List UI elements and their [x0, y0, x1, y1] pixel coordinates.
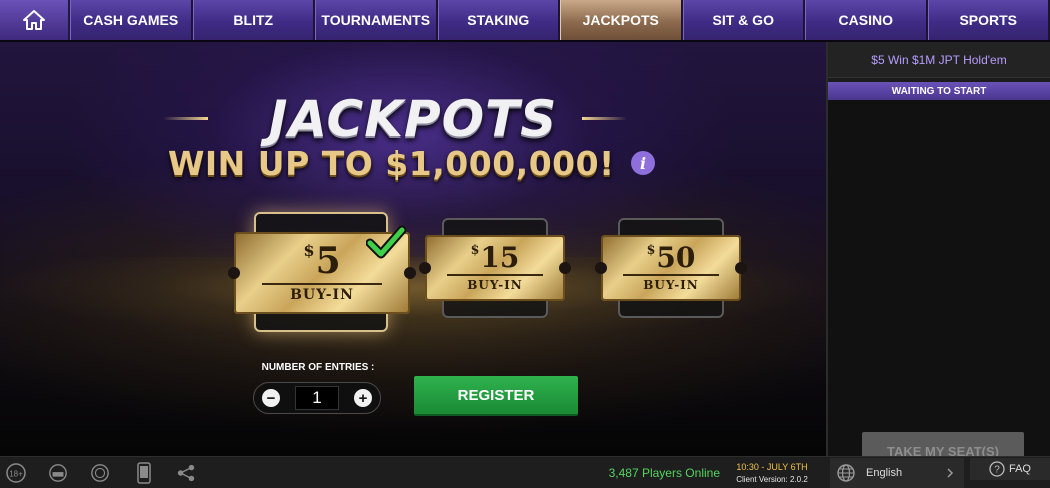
- decrement-button[interactable]: −: [262, 389, 280, 407]
- tab-blitz[interactable]: BLITZ: [192, 0, 315, 40]
- register-button[interactable]: REGISTER: [414, 376, 578, 416]
- tab-staking[interactable]: STAKING: [437, 0, 560, 40]
- itech-labs-icon[interactable]: [48, 463, 68, 483]
- top-nav: CASH GAMES BLITZ TOURNAMENTS STAKING JAC…: [0, 0, 1050, 42]
- jackpots-subtitle: WIN UP TO $1,000,000!: [168, 144, 615, 183]
- ticket-15-rule: [447, 274, 543, 276]
- share-icon[interactable]: [176, 463, 196, 483]
- chevron-right-icon: [947, 468, 954, 478]
- help-icon: ?: [989, 461, 1005, 477]
- svg-text:18+: 18+: [9, 470, 23, 479]
- selected-check-icon: [366, 225, 406, 259]
- faq-label: FAQ: [1008, 463, 1031, 475]
- tournament-side-panel: $5 Win $1M JPT Hold'em WAITING TO START …: [826, 42, 1050, 470]
- info-icon[interactable]: i: [631, 151, 655, 175]
- tab-jackpots[interactable]: JACKPOTS: [560, 0, 683, 40]
- entries-input[interactable]: 1: [295, 386, 339, 410]
- ticket-15: $15 BUY-IN: [425, 235, 565, 301]
- language-selector[interactable]: English: [830, 458, 964, 488]
- seal-icon[interactable]: [90, 463, 110, 483]
- globe-icon: [837, 464, 855, 482]
- tab-casino[interactable]: CASINO: [805, 0, 928, 40]
- jackpots-hero: JACKPOTS WIN UP TO $1,000,000! i $5 BUY-…: [0, 42, 826, 456]
- tab-tournaments[interactable]: TOURNAMENTS: [315, 0, 438, 40]
- ticket-15-price: $15: [470, 241, 520, 274]
- tab-sit-and-go[interactable]: SIT & GO: [682, 0, 805, 40]
- ticket-5-label: BUY-IN: [290, 287, 354, 303]
- poker-lobby: CASH GAMES BLITZ TOURNAMENTS STAKING JAC…: [0, 0, 1050, 488]
- tab-cash-games[interactable]: CASH GAMES: [70, 0, 193, 40]
- language-label: English: [866, 467, 903, 479]
- side-panel-body: TAKE MY SEAT(S): [828, 100, 1050, 470]
- ticket-15-label: BUY-IN: [467, 278, 523, 292]
- ticket-5-rule: [262, 283, 382, 285]
- ticket-50-label: BUY-IN: [643, 278, 699, 292]
- tab-sports[interactable]: SPORTS: [927, 0, 1050, 40]
- ticket-5-price: $5: [303, 240, 341, 282]
- players-online: 3,487 Players Online: [608, 466, 720, 480]
- home-icon: [23, 10, 45, 30]
- entries-label: NUMBER OF ENTRIES :: [261, 362, 375, 373]
- ticket-50: $50 BUY-IN: [601, 235, 741, 301]
- svg-text:?: ?: [994, 465, 1000, 476]
- tournament-name: $5 Win $1M JPT Hold'em: [828, 42, 1050, 78]
- ticket-50-rule: [623, 274, 719, 276]
- age-18-icon: 18+: [6, 463, 26, 483]
- faq-button[interactable]: ? FAQ: [970, 458, 1050, 480]
- jackpots-title: JACKPOTS: [268, 90, 558, 148]
- mobile-icon[interactable]: [134, 462, 154, 484]
- ticket-50-price: $50: [646, 241, 696, 274]
- status-badge: WAITING TO START: [828, 82, 1050, 100]
- increment-button[interactable]: +: [354, 389, 372, 407]
- client-version: Client Version: 2.0.2: [736, 475, 808, 484]
- entries-stepper: − 1 +: [253, 382, 381, 414]
- home-button[interactable]: [0, 0, 70, 40]
- clock-date: 10:30 - JULY 6TH: [736, 462, 808, 472]
